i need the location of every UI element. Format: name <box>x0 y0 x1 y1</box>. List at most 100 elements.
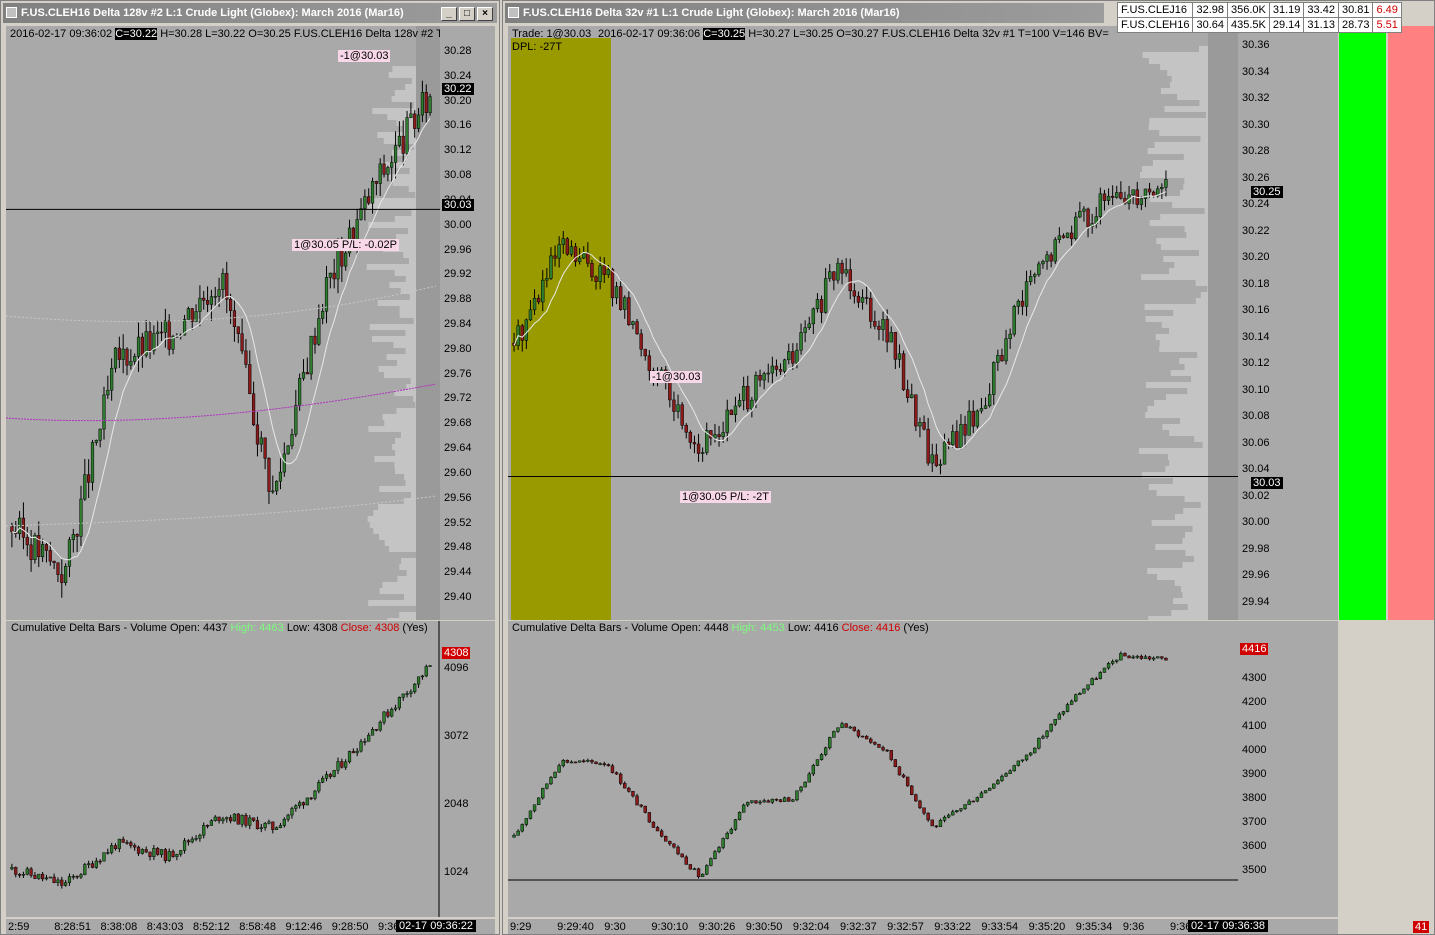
candle-body <box>536 797 541 806</box>
right-delta-axis[interactable]: 3500 3600 3700 3800 3900 4000 4100 4200 4300 441… <box>1238 621 1338 917</box>
candle-body <box>390 709 394 717</box>
candle-body <box>294 405 298 435</box>
axis-tick-label: 30.22 <box>1242 224 1270 237</box>
quote-table[interactable]: F.US.CLEJ16 32.98 356.0K 31.19 33.42 30.81 6.4… <box>1116 2 1402 33</box>
candle-body <box>983 790 988 794</box>
candle-body <box>33 535 37 561</box>
right-time-axis[interactable]: 9:36 9:36 9:35:34 9:35:20 9:33:54 9:33:22 9:32… <box>508 919 1338 934</box>
candle-body <box>179 850 183 855</box>
left-window-controls: _ □ × <box>441 7 493 21</box>
candle-body <box>602 265 606 275</box>
candle-body <box>167 320 171 350</box>
candle-body <box>979 408 984 412</box>
candle-body <box>832 271 836 281</box>
candle-body <box>869 297 873 322</box>
candle-body <box>1000 355 1004 362</box>
candle-body <box>856 295 861 303</box>
axis-tick-label: 30.10 <box>1242 383 1270 396</box>
candle-body <box>762 373 766 381</box>
candle-body <box>602 763 606 765</box>
candle-body <box>807 773 811 783</box>
candle-body <box>766 372 770 375</box>
axis-tick-label: 30.12 <box>444 144 472 157</box>
left-delta-panel[interactable]: Cumulative Delta Bars - Volume Open: 443… <box>6 621 440 917</box>
candle-body <box>1110 661 1115 664</box>
right-window-title: F.US.CLEH16 Delta 32v #1 L:1 Crude Light… <box>523 7 900 19</box>
axis-tick-label: 4300 <box>1242 672 1267 684</box>
candle-body <box>860 297 865 303</box>
minimize-icon[interactable]: _ <box>441 7 457 21</box>
candle-body <box>1004 773 1008 777</box>
candle-body <box>586 760 590 762</box>
candle-body <box>741 385 746 401</box>
quote-cell: 6.49 <box>1372 2 1402 18</box>
candle-body <box>905 389 910 399</box>
time-tick-label: 8:28:51 <box>54 921 91 933</box>
candle-body <box>684 424 688 433</box>
candle-body <box>733 819 738 830</box>
candle-body <box>881 319 885 330</box>
left-price-panel[interactable]: 2016-02-17 09:36:02 C=30.22 H=30.28 L=30… <box>6 26 449 620</box>
right-delta-high: High: 4453 <box>731 622 785 634</box>
candle-body <box>117 838 121 849</box>
candle-body <box>721 838 725 848</box>
quote-row[interactable]: F.US.CLEJ16 32.98 356.0K 31.19 33.42 30.81 6.4… <box>1116 2 1402 18</box>
left-time-axis[interactable]: 9:36 9:28:50 9:12:46 8:58:48 8:52:12 8:43:03 8… <box>6 919 495 934</box>
candle-body <box>1164 657 1168 661</box>
axis-tick-label: 30.00 <box>1242 516 1270 529</box>
candle-body <box>428 96 432 113</box>
candle-body <box>344 252 348 267</box>
candle-body <box>737 400 742 407</box>
right-price-panel[interactable]: Trade: 1@30.03 DPL: -27T 2016-02-17 09:3… <box>508 26 1238 620</box>
maximize-icon[interactable]: □ <box>459 7 475 21</box>
candle-body <box>110 845 114 853</box>
candle-body <box>221 818 225 822</box>
candle-body <box>244 350 248 365</box>
candle-body <box>553 771 557 778</box>
candle-body <box>98 428 102 441</box>
candle-body <box>815 759 820 766</box>
close-icon[interactable]: × <box>477 7 493 21</box>
candle-body <box>217 289 221 297</box>
right-delta-panel[interactable]: Cumulative Delta Bars - Volume Open: 444… <box>508 621 1238 917</box>
candle-body <box>766 800 770 803</box>
right-window-titlebar[interactable]: F.US.CLEH16 Delta 32v #1 L:1 Crude Light… <box>505 3 1104 23</box>
right-delta-close: Close: 4416 <box>841 622 901 634</box>
candle-body <box>48 876 52 879</box>
candle-body <box>309 797 313 800</box>
candle-body <box>946 814 951 818</box>
quote-row[interactable]: F.US.CLEH16 30.64 435.5K 29.14 31.13 28.73 5.5… <box>1116 17 1402 33</box>
candle-body <box>1049 723 1053 732</box>
candle-body <box>106 852 110 854</box>
candle-body <box>332 769 336 777</box>
time-tick-label: 8:58:48 <box>239 921 276 933</box>
left-delta-axis[interactable]: 1024 2048 3072 4096 4308 <box>440 621 495 917</box>
axis-tick-label: 29.76 <box>444 367 472 380</box>
candle-body <box>561 238 565 245</box>
candle-body <box>25 537 29 546</box>
candle-body <box>90 863 95 868</box>
time-tick-label: 9:32:04 <box>792 921 830 933</box>
candle-body <box>278 471 283 482</box>
left-price-axis[interactable]: 29.40 29.44 29.48 29.52 29.56 29.60 29.64 29.68… <box>440 26 495 620</box>
candle-body <box>889 332 893 343</box>
candle-body <box>190 838 194 843</box>
candle-body <box>869 738 873 743</box>
candle-body <box>651 821 656 828</box>
candle-body <box>202 825 206 836</box>
candle-body <box>1024 281 1029 307</box>
candle-body <box>799 786 803 792</box>
time-tick-label: 9:33:22 <box>934 921 971 933</box>
candle-body <box>1106 195 1111 201</box>
candle-body <box>696 868 701 878</box>
axis-tick-label: 29.80 <box>444 342 472 355</box>
candle-body <box>774 798 779 801</box>
right-chart-window[interactable]: F.US.CLEH16 Delta 32v #1 L:1 Crude Light… <box>502 0 1435 935</box>
candle-body <box>259 827 263 830</box>
right-price-axis[interactable]: 29.94 29.96 29.98 30.00 30.02 30.04 30.06 30.08… <box>1238 26 1338 620</box>
candle-body <box>885 319 889 343</box>
left-window-titlebar[interactable]: F.US.CLEH16 Delta 128v #2 L:1 Crude Ligh… <box>3 3 497 23</box>
candle-body <box>1065 704 1070 712</box>
left-chart-window[interactable]: F.US.CLEH16 Delta 128v #2 L:1 Crude Ligh… <box>0 0 500 935</box>
candle-body <box>1074 216 1078 240</box>
